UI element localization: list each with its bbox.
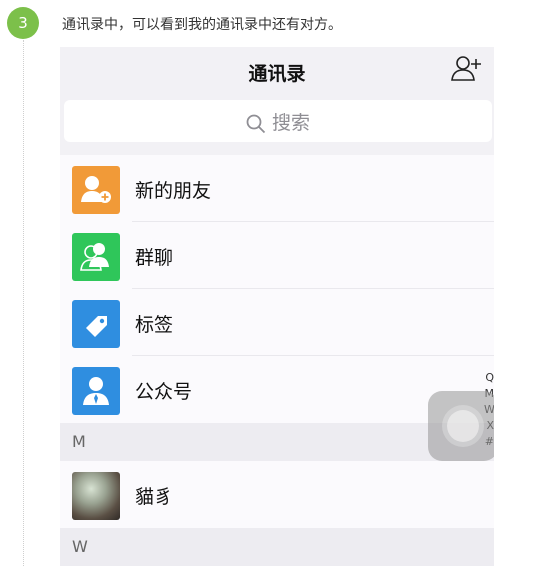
new-friend-icon [72, 166, 120, 214]
tag-icon [72, 300, 120, 348]
list-item-tags[interactable]: 标签 [60, 289, 494, 356]
section-header-w: W [60, 528, 494, 566]
search-icon [246, 114, 266, 133]
contact-name: 貓豸 [135, 486, 174, 508]
step-number-badge: 3 [7, 7, 39, 39]
section-letter: M [72, 432, 86, 451]
list-item-group-chat[interactable]: 群聊 [60, 222, 494, 289]
list-item-label: 公众号 [135, 381, 193, 403]
search-input[interactable]: 搜索 [64, 100, 492, 142]
list-item-label: 新的朋友 [135, 180, 212, 202]
index-letter[interactable]: Q [484, 370, 494, 386]
nav-bar: 通讯录 [60, 47, 494, 97]
list-item-label: 群聊 [135, 247, 174, 269]
contact-row[interactable]: 貓豸 [60, 461, 494, 528]
step-instruction-text: 通讯录中，可以看到我的通讯录中还有对方。 [62, 17, 342, 33]
avatar [72, 472, 120, 520]
section-letter: W [72, 537, 88, 556]
phone-screenshot: 通讯录 搜索 新的朋友 群聊 标签 公众号 M 貓豸 W Q [60, 47, 494, 566]
step-dotted-line [23, 40, 24, 566]
assistive-touch-button[interactable] [428, 391, 494, 461]
list-item-label: 标签 [135, 314, 174, 336]
assistive-touch-icon [447, 410, 479, 442]
group-chat-icon [72, 233, 120, 281]
official-account-icon [72, 367, 120, 415]
add-contact-icon [451, 56, 481, 81]
list-item-new-friends[interactable]: 新的朋友 [60, 155, 494, 222]
page-title: 通讯录 [248, 63, 306, 85]
contact-list: 新的朋友 群聊 标签 公众号 M 貓豸 W [60, 155, 494, 566]
search-placeholder: 搜索 [271, 112, 310, 134]
tutorial-page: 3 通讯录中，可以看到我的通讯录中还有对方。 通讯录 搜索 新的朋友 群聊 标签… [0, 0, 558, 566]
add-contact-button[interactable] [450, 53, 484, 83]
